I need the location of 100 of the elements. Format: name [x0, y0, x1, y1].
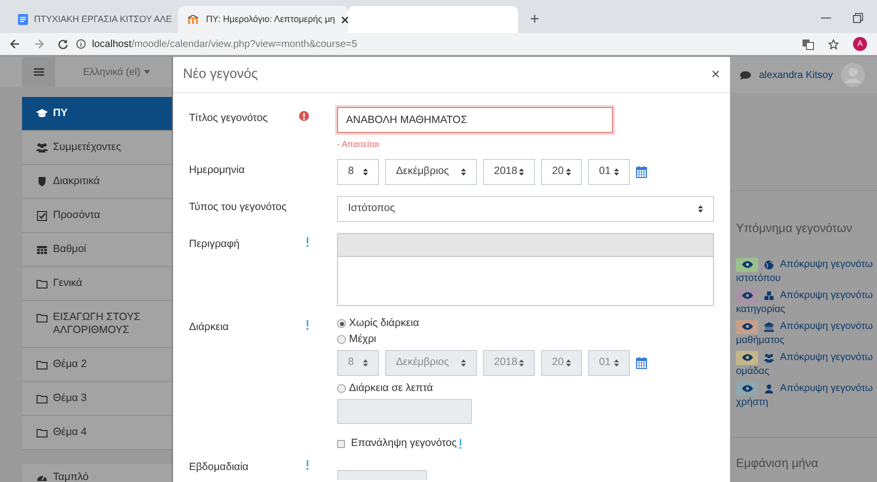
sort-arrows-icon	[363, 358, 368, 367]
moodle-logo-icon	[188, 14, 200, 24]
eye-icon	[742, 354, 752, 361]
chat-bubble-icon[interactable]	[740, 70, 751, 80]
users-icon	[36, 142, 48, 153]
sort-arrows-icon	[519, 358, 524, 367]
caret-icon	[144, 70, 150, 74]
sidebar-item[interactable]: Συμμετέχοντες	[22, 131, 172, 165]
legend-swatch[interactable]	[736, 258, 758, 272]
help-icon[interactable]	[306, 460, 309, 470]
profile-avatar[interactable]: A	[853, 37, 867, 51]
sort-arrows-icon	[461, 168, 466, 176]
info-icon	[76, 39, 86, 49]
modal-title: Νέο γεγονός	[183, 65, 258, 84]
folder-icon	[36, 427, 48, 438]
field-label: Τίτλος γεγονότος	[189, 111, 268, 126]
hide-events-link[interactable]: ομάδας	[736, 365, 877, 379]
dropdown[interactable]: 20	[541, 158, 582, 185]
close-icon[interactable]	[341, 16, 350, 24]
eye-icon	[742, 261, 752, 268]
restore-icon[interactable]	[853, 13, 863, 23]
sidebar-item[interactable]: Γενικά	[22, 267, 172, 301]
folder-icon	[36, 393, 48, 404]
users-icon	[764, 352, 774, 362]
sort-arrows-icon	[566, 358, 571, 367]
sort-arrows-icon	[363, 168, 368, 176]
new-tab-button[interactable]: +	[518, 6, 552, 33]
hide-events-link[interactable]: χρήστη	[736, 396, 877, 410]
hide-events-link[interactable]: Απόκρυψη γεγονότω	[780, 288, 873, 303]
hide-events-link[interactable]: κατηγορίας	[736, 303, 877, 317]
dropdown[interactable]: Δεκέμβριος	[385, 158, 477, 185]
reload-icon[interactable]	[58, 39, 68, 49]
dropdown[interactable]: 01	[588, 158, 630, 185]
hide-events-link[interactable]: Απόκρυψη γεγονότω	[780, 381, 873, 396]
radio-option[interactable]: Μέχρι	[337, 332, 714, 348]
sidebar-item[interactable]: Θέμα 2	[22, 348, 172, 382]
user-icon	[764, 384, 774, 394]
field-label: Εβδομαδιαία	[189, 460, 248, 474]
sort-arrows-icon	[461, 358, 466, 367]
menu-icon	[34, 68, 44, 76]
eye-icon	[742, 323, 752, 330]
building-icon	[764, 322, 774, 332]
hide-events-link[interactable]: Απόκρυψη γεγονότω	[780, 319, 873, 334]
eye-icon	[742, 385, 752, 392]
sidebar-item[interactable]: Προσόντα	[22, 199, 172, 233]
sort-arrows-icon	[614, 168, 619, 176]
legend-swatch[interactable]	[736, 320, 758, 334]
radio-option[interactable]: Διάρκεια σε λεπτά	[337, 380, 714, 397]
field-label: Τύπος του γεγονότος	[189, 200, 287, 215]
sort-arrows-icon	[519, 168, 524, 176]
field-label: Περιγραφή	[189, 236, 240, 252]
repeat-checkbox[interactable]	[337, 440, 345, 448]
error-message: - Απαιτείται	[337, 138, 380, 151]
hide-events-link[interactable]: Απόκρυψη γεγονότω	[780, 350, 873, 365]
title-input[interactable]: ΑΝΑΒΟΛΗ ΜΑΘΗΜΑΤΟΣ	[337, 107, 613, 133]
language-menu[interactable]: Ελληνικά (el)	[83, 64, 150, 80]
forward-icon[interactable]	[34, 39, 44, 49]
sort-arrows-icon	[698, 204, 703, 213]
dropdown[interactable]: 2018	[483, 158, 535, 185]
sidebar-item[interactable]: Θέμα 3	[22, 382, 172, 416]
sidebar-item[interactable]: Διακριτικά	[22, 165, 172, 199]
dropdown[interactable]: 8	[337, 158, 379, 185]
sidebar-item[interactable]: ΠΥ	[22, 97, 172, 131]
close-button[interactable]: ×	[711, 67, 720, 82]
menu-button[interactable]	[22, 57, 55, 87]
dropdown[interactable]: Ιστότοπος	[337, 196, 714, 222]
eye-icon	[742, 292, 752, 299]
folder-icon	[36, 359, 48, 370]
shield-icon	[36, 176, 48, 187]
graduation-cap-icon	[36, 108, 48, 119]
hide-events-link[interactable]: μαθήματος	[736, 334, 877, 348]
legend-swatch[interactable]	[736, 382, 758, 396]
translate-icon[interactable]	[802, 38, 814, 50]
checkbox-icon	[36, 210, 48, 221]
field-label: Διάρκεια	[189, 320, 229, 335]
star-icon[interactable]	[828, 38, 839, 50]
back-icon[interactable]	[10, 39, 20, 49]
help-icon[interactable]	[458, 438, 462, 449]
weekly-input[interactable]	[337, 470, 427, 480]
field-label: Ημερομηνία	[189, 162, 245, 178]
browser-tab[interactable]: ΠΥ: Ημερολόγιο: Λεπτομερής μη	[178, 6, 348, 33]
legend-swatch[interactable]	[736, 288, 758, 302]
globe-icon	[764, 260, 774, 270]
sidebar-item[interactable]: Βαθμοί	[22, 233, 172, 267]
legend-title: Υπόμνημα γεγονότων	[735, 220, 854, 237]
radio-option[interactable]: Χωρίς διάρκεια	[337, 316, 714, 332]
hide-events-link[interactable]: ιστοτόπου	[736, 272, 877, 286]
cubes-icon	[764, 290, 774, 300]
calendar-icon[interactable]	[636, 166, 647, 178]
legend-swatch[interactable]	[736, 350, 758, 364]
sort-arrows-icon	[614, 358, 619, 367]
sidebar-item[interactable]: ΕΙΣΑΓΩΓΗ ΣΤΟΥΣ ΑΛΓΟΡΙΘΜΟΥΣ	[22, 301, 172, 348]
sort-arrows-icon	[566, 168, 571, 176]
checkbox-label[interactable]: Επανάληψη γεγονότος	[351, 436, 457, 452]
document-icon	[18, 14, 28, 25]
help-icon[interactable]	[306, 320, 309, 330]
hide-events-link[interactable]: Απόκρυψη γεγονότω	[780, 257, 873, 272]
help-icon[interactable]	[306, 236, 309, 247]
sidebar-item[interactable]: Ταμπλό	[22, 464, 172, 482]
sidebar-item[interactable]: Θέμα 4	[22, 416, 172, 450]
